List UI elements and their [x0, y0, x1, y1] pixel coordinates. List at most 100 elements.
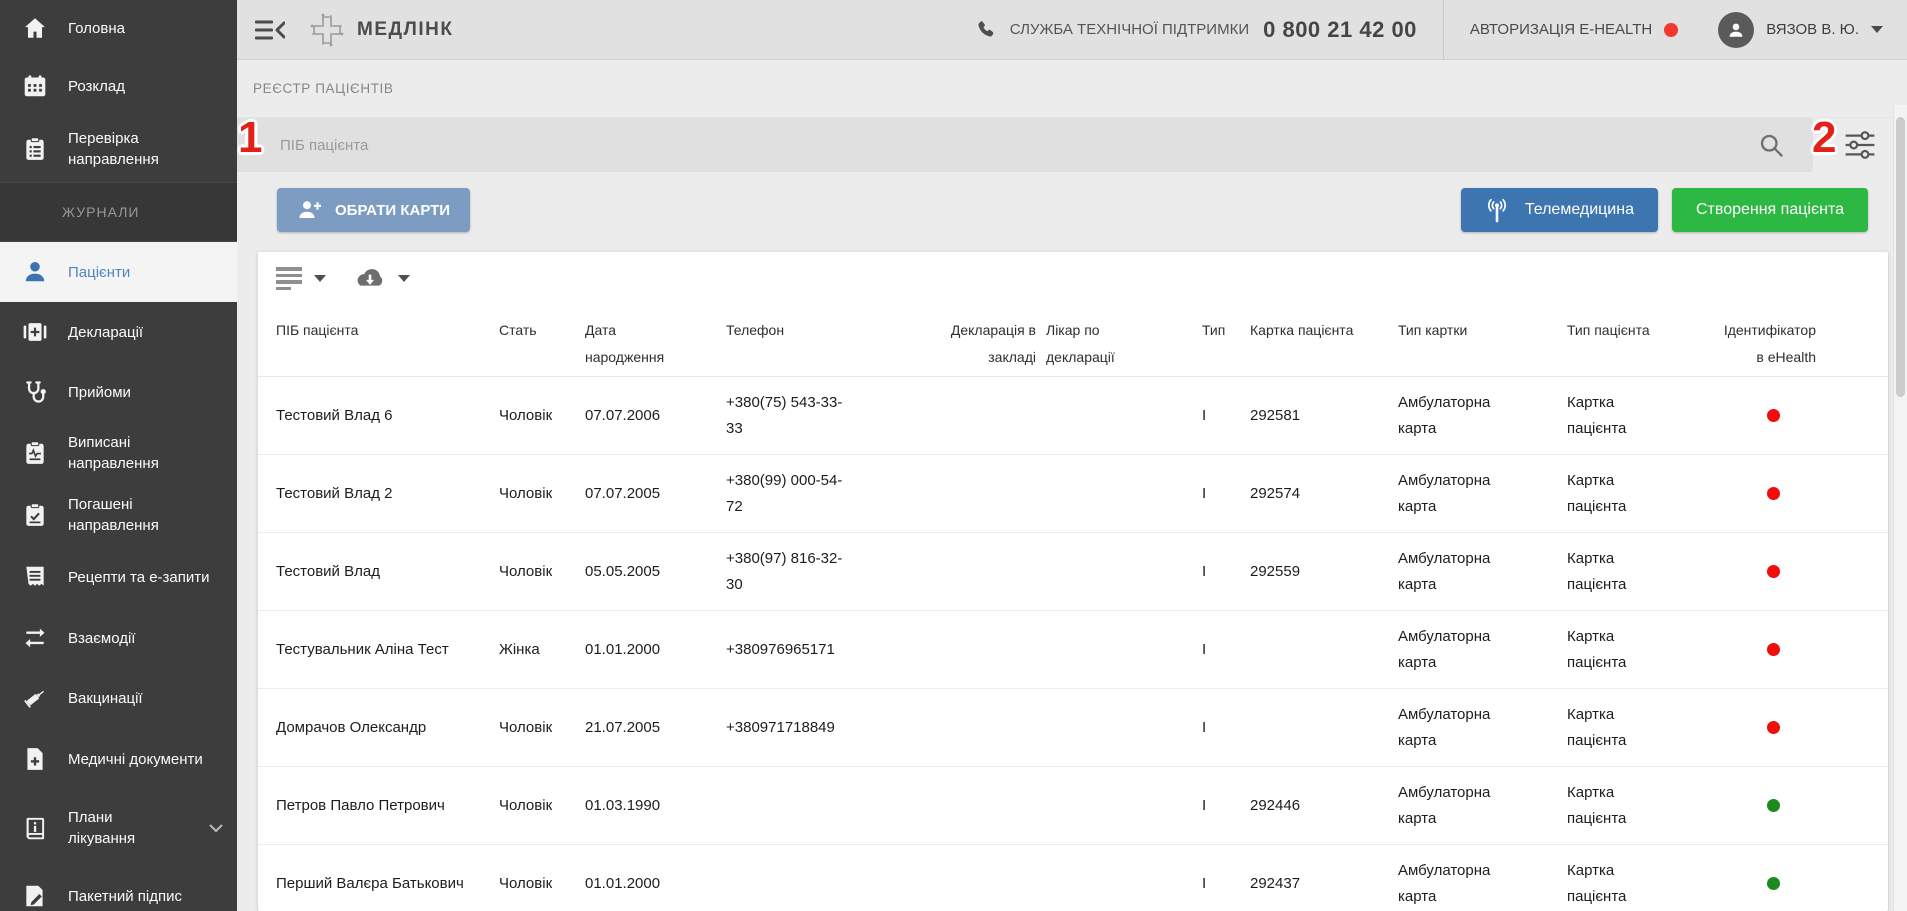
sidebar-item-interactions[interactable]: Взаємодії [0, 608, 237, 668]
cell-gender: Жінка [499, 640, 540, 658]
table-row[interactable]: Домрачов Олександр Чоловік 21.07.2005 +3… [258, 689, 1888, 767]
search-row [237, 118, 1907, 172]
select-cards-button[interactable]: ОБРАТИ КАРТИ [277, 188, 471, 232]
table-toolbar [258, 252, 1888, 305]
cell-type: I [1202, 796, 1207, 814]
sidebar-item-label: Плани лікування [68, 809, 136, 847]
status-dot [1766, 409, 1780, 422]
search-icon[interactable] [1757, 131, 1785, 159]
clipboard-pulse-icon [22, 440, 48, 466]
cell-patient-type: Картка пацієнта [1567, 705, 1627, 749]
sidebar-item-batch-signature[interactable]: Пакетний підпис [0, 866, 237, 911]
cell-name: Тестовий Влад 6 [276, 406, 393, 424]
receipt-icon [22, 564, 48, 590]
cell-name: Домрачов Олександр [276, 718, 427, 736]
column-header: Телефон [726, 322, 785, 338]
cell-card-type: Амбулаторна карта [1398, 861, 1491, 905]
sidebar-item-treatment-plans[interactable]: Плани лікування [0, 790, 237, 866]
cell-actions [1826, 377, 1870, 454]
search-box [237, 118, 1813, 172]
table-row[interactable]: Тестовий Влад 2 Чоловік 07.07.2005 +380(… [258, 455, 1888, 533]
row-menu-button[interactable] [1839, 646, 1847, 654]
cell-card-number: 292559 [1250, 562, 1301, 580]
row-menu-button[interactable] [1839, 412, 1847, 420]
cell-doctor [1046, 377, 1202, 454]
sidebar-item-issued-referrals[interactable]: Виписані направлення [0, 422, 237, 484]
cell-gender: Чоловік [499, 796, 553, 814]
cell-card-number [1250, 611, 1398, 688]
ehealth-auth-status[interactable]: АВТОРИЗАЦІЯ E-HEALTH [1470, 21, 1679, 38]
cell-card-number: 292446 [1250, 796, 1301, 814]
column-header-actions [1826, 305, 1870, 376]
sidebar-item-home[interactable]: Головна [0, 0, 237, 56]
avatar [1718, 11, 1755, 48]
sidebar-item-redeemed-referrals[interactable]: Погашені направлення [0, 484, 237, 546]
cell-patient-type: Картка пацієнта [1567, 783, 1627, 827]
user-menu[interactable]: ВЯЗОВ В. Ю. [1718, 11, 1883, 48]
sidebar-section-journals: ЖУРНАЛИ [0, 182, 237, 242]
cell-name: Тестовий Влад [276, 562, 380, 580]
sidebar-item-appointments[interactable]: Прийоми [0, 362, 237, 422]
sidebar-item-label: Головна [68, 19, 125, 37]
cell-actions [1826, 611, 1870, 688]
sidebar-item-declarations[interactable]: Декларації [0, 302, 237, 362]
cell-dob: 01.03.1990 [585, 796, 661, 814]
column-header: Декларація в закладі [950, 322, 1036, 365]
cell-type: I [1202, 484, 1207, 502]
cell-type: I [1202, 406, 1207, 424]
table-view-menu[interactable] [276, 267, 326, 290]
medlink-logo-icon [309, 12, 345, 48]
sidebar-item-label: Перевірка направлення [68, 130, 159, 168]
table-row[interactable]: Тестувальник Аліна Тест Жінка 01.01.2000… [258, 611, 1888, 689]
search-input[interactable] [280, 136, 1680, 154]
sidebar-item-vaccinations[interactable]: Вакцинації [0, 668, 237, 728]
som-marker-2: 2 [1812, 113, 1837, 162]
select-cards-label: ОБРАТИ КАРТИ [335, 201, 451, 219]
actions-row: ОБРАТИ КАРТИ Телемедицина Створення паці… [237, 188, 1907, 232]
row-menu-button[interactable] [1839, 802, 1847, 810]
cell-patient-type: Картка пацієнта [1567, 471, 1627, 515]
cell-card-type: Амбулаторна карта [1398, 627, 1491, 671]
sidebar-item-patients[interactable]: Пацієнти [0, 242, 237, 302]
som-marker-1: 1 [238, 113, 263, 162]
sidebar-item-schedule[interactable]: Розклад [0, 56, 237, 116]
caret-down-icon [314, 275, 326, 282]
table-row[interactable]: Тестовий Влад 6 Чоловік 07.07.2006 +380(… [258, 377, 1888, 455]
row-menu-button[interactable] [1839, 490, 1847, 498]
create-patient-button[interactable]: Створення пацієнта [1671, 188, 1868, 232]
row-menu-button[interactable] [1839, 724, 1847, 732]
sidebar-item-referral-check[interactable]: Перевірка направлення [0, 116, 237, 182]
cell-card-number: 292581 [1250, 406, 1301, 424]
cell-phone: +380971718849 [726, 718, 835, 736]
syringe-icon [22, 685, 48, 711]
cell-card-type: Амбулаторна карта [1398, 549, 1491, 593]
table-export-menu[interactable] [354, 267, 410, 290]
support-block: СЛУЖБА ТЕХНІЧНОЇ ПІДТРИМКИ 0 800 21 42 0… [975, 17, 1417, 43]
row-menu-button[interactable] [1839, 880, 1847, 888]
telemedicine-button[interactable]: Телемедицина [1460, 188, 1658, 232]
cell-actions [1826, 767, 1870, 844]
cell-actions [1826, 845, 1870, 911]
row-menu-button[interactable] [1839, 568, 1847, 576]
stethoscope-icon [22, 379, 48, 405]
scrollbar-thumb[interactable] [1896, 117, 1905, 397]
clipboard-check-icon [22, 502, 48, 528]
cell-actions [1826, 533, 1870, 610]
cell-dob: 07.07.2005 [585, 484, 661, 502]
document-sign-icon [22, 883, 48, 909]
filter-sliders-button[interactable] [1843, 130, 1877, 160]
cell-ehealth-status [1730, 767, 1826, 844]
scrollbar[interactable] [1893, 105, 1907, 911]
cell-patient-type: Картка пацієнта [1567, 861, 1627, 905]
cell-patient-type: Картка пацієнта [1567, 393, 1627, 437]
cell-doctor [1046, 533, 1202, 610]
cell-declaration [900, 767, 1046, 844]
cell-card-number [1250, 689, 1398, 766]
sidebar-collapse-button[interactable] [255, 19, 285, 41]
sidebar-item-medical-documents[interactable]: Медичні документи [0, 728, 237, 790]
cell-declaration [900, 455, 1046, 532]
table-row[interactable]: Тестовий Влад Чоловік 05.05.2005 +380(97… [258, 533, 1888, 611]
sidebar-item-prescriptions[interactable]: Рецепти та е-запити [0, 546, 237, 608]
table-row[interactable]: Петров Павло Петрович Чоловік 01.03.1990… [258, 767, 1888, 845]
table-row[interactable]: Перший Валєра Батькович Чоловік 01.01.20… [258, 845, 1888, 911]
